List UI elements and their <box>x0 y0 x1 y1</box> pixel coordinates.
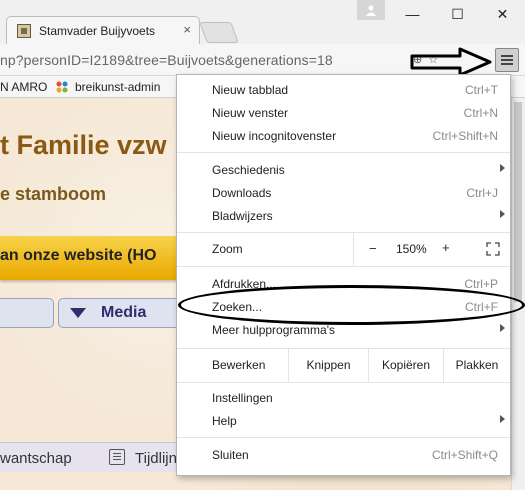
menu-item-new-window[interactable]: Nieuw venster Ctrl+N <box>177 102 510 125</box>
maximize-button[interactable]: ☐ <box>435 0 480 28</box>
menu-item-label: Nieuw venster <box>212 106 289 120</box>
menu-item-label: Bladwijzers <box>212 209 273 223</box>
menu-item-label: Nieuw incognitovenster <box>212 129 337 143</box>
page-title: t Familie vzw <box>0 130 167 160</box>
menu-bar-icon <box>501 55 513 57</box>
menu-item-shortcut: Ctrl+T <box>465 83 498 97</box>
menu-item-exit[interactable]: Sluiten Ctrl+Shift+Q <box>177 444 510 467</box>
annotation-arrow-icon <box>410 47 492 77</box>
zoom-label: Zoom <box>212 242 243 256</box>
timeline-icon <box>109 449 125 465</box>
zoom-level: 150% <box>396 242 427 256</box>
user-icon <box>366 5 376 16</box>
menu-item-find[interactable]: Zoeken... Ctrl+F <box>177 296 510 319</box>
nav-link-relationship[interactable]: wantschap <box>0 450 72 467</box>
menu-divider <box>177 266 510 267</box>
edit-label: Bewerken <box>212 358 266 372</box>
nav-link-timeline[interactable]: Tijdlijn <box>135 450 177 467</box>
chrome-menu-button[interactable] <box>495 48 519 72</box>
menu-item-shortcut: Ctrl+N <box>463 106 498 120</box>
chrome-menu: Nieuw tabblad Ctrl+T Nieuw venster Ctrl+… <box>176 74 511 476</box>
nav-tab[interactable] <box>0 298 54 328</box>
zoom-controls: − 150% + <box>353 232 510 266</box>
submenu-arrow-icon <box>500 210 505 218</box>
menu-item-label: Geschiedenis <box>212 163 285 177</box>
menu-item-more-tools[interactable]: Meer hulpprogramma's <box>177 319 510 342</box>
menu-item-history[interactable]: Geschiedenis <box>177 159 510 182</box>
menu-zoom-row: Zoom − 150% + <box>177 232 510 266</box>
menu-item-settings[interactable]: Instellingen <box>177 387 510 410</box>
bookmark-item[interactable]: breikunst-admin <box>75 80 160 94</box>
site-favicon-icon <box>17 24 31 38</box>
fullscreen-icon[interactable] <box>486 242 500 256</box>
menu-item-label: Afdrukken... <box>212 277 277 291</box>
banner-text: an onze website (HO <box>0 247 157 264</box>
menu-item-new-tab[interactable]: Nieuw tabblad Ctrl+T <box>177 79 510 102</box>
menu-bar-icon <box>501 63 513 65</box>
page-subtitle: e stamboom <box>0 184 107 204</box>
submenu-arrow-icon <box>500 324 505 332</box>
menu-item-label: Downloads <box>212 186 272 200</box>
submenu-arrow-icon <box>500 164 505 172</box>
submenu-arrow-icon <box>500 415 505 423</box>
address-bar[interactable]: np?personID=I2189&tree=Buijvoets&generat… <box>0 52 333 68</box>
title-bar: Stamvader Buijyvoets × — ☐ ✕ <box>0 0 525 44</box>
menu-item-shortcut: Ctrl+Shift+Q <box>431 448 498 462</box>
menu-divider <box>177 437 510 438</box>
menu-item-bookmarks[interactable]: Bladwijzers <box>177 205 510 228</box>
menu-item-label: Sluiten <box>212 448 249 462</box>
tab-title: Stamvader Buijyvoets <box>39 24 156 38</box>
menu-item-downloads[interactable]: Downloads Ctrl+J <box>177 182 510 205</box>
profile-button[interactable] <box>357 0 385 20</box>
bookmark-item[interactable]: N AMRO <box>0 80 47 94</box>
joomla-icon <box>56 81 68 93</box>
browser-tab[interactable]: Stamvader Buijyvoets × <box>6 16 200 44</box>
dropdown-triangle-icon <box>70 308 86 318</box>
tab-close-icon[interactable]: × <box>183 22 191 37</box>
menu-item-shortcut: Ctrl+Shift+N <box>432 129 498 143</box>
menu-item-label: Zoeken... <box>212 300 263 314</box>
menu-item-help[interactable]: Help <box>177 410 510 433</box>
scrollbar-thumb[interactable] <box>514 102 522 302</box>
menu-bar-icon <box>501 59 513 61</box>
site-banner[interactable]: an onze website (HO <box>0 236 200 280</box>
menu-item-shortcut: Ctrl+F <box>465 300 498 314</box>
zoom-out-button[interactable]: − <box>369 241 377 256</box>
zoom-in-button[interactable]: + <box>442 240 450 255</box>
new-tab-button[interactable] <box>199 22 239 43</box>
menu-divider <box>177 152 510 153</box>
copy-button[interactable]: Kopiëren <box>368 348 443 382</box>
menu-item-shortcut: Ctrl+P <box>464 277 498 291</box>
menu-item-incognito[interactable]: Nieuw incognitovenster Ctrl+Shift+N <box>177 125 510 148</box>
minimize-button[interactable]: — <box>390 0 435 28</box>
menu-edit-row: Bewerken Knippen Kopiëren Plakken <box>177 348 510 382</box>
menu-item-label: Meer hulpprogramma's <box>212 323 336 337</box>
paste-button[interactable]: Plakken <box>443 348 510 382</box>
cut-button[interactable]: Knippen <box>288 348 368 382</box>
menu-item-shortcut: Ctrl+J <box>466 186 498 200</box>
nav-tab-label: Media <box>101 304 147 321</box>
menu-divider <box>177 382 510 383</box>
menu-item-label: Nieuw tabblad <box>212 83 289 97</box>
menu-item-print[interactable]: Afdrukken... Ctrl+P <box>177 273 510 296</box>
nav-tab-media[interactable]: Media <box>58 298 188 328</box>
bottom-nav-bar: wantschap Tijdlijn <box>0 442 200 472</box>
menu-item-label: Instellingen <box>212 391 273 405</box>
menu-item-label: Help <box>212 414 237 428</box>
close-window-button[interactable]: ✕ <box>480 0 525 28</box>
